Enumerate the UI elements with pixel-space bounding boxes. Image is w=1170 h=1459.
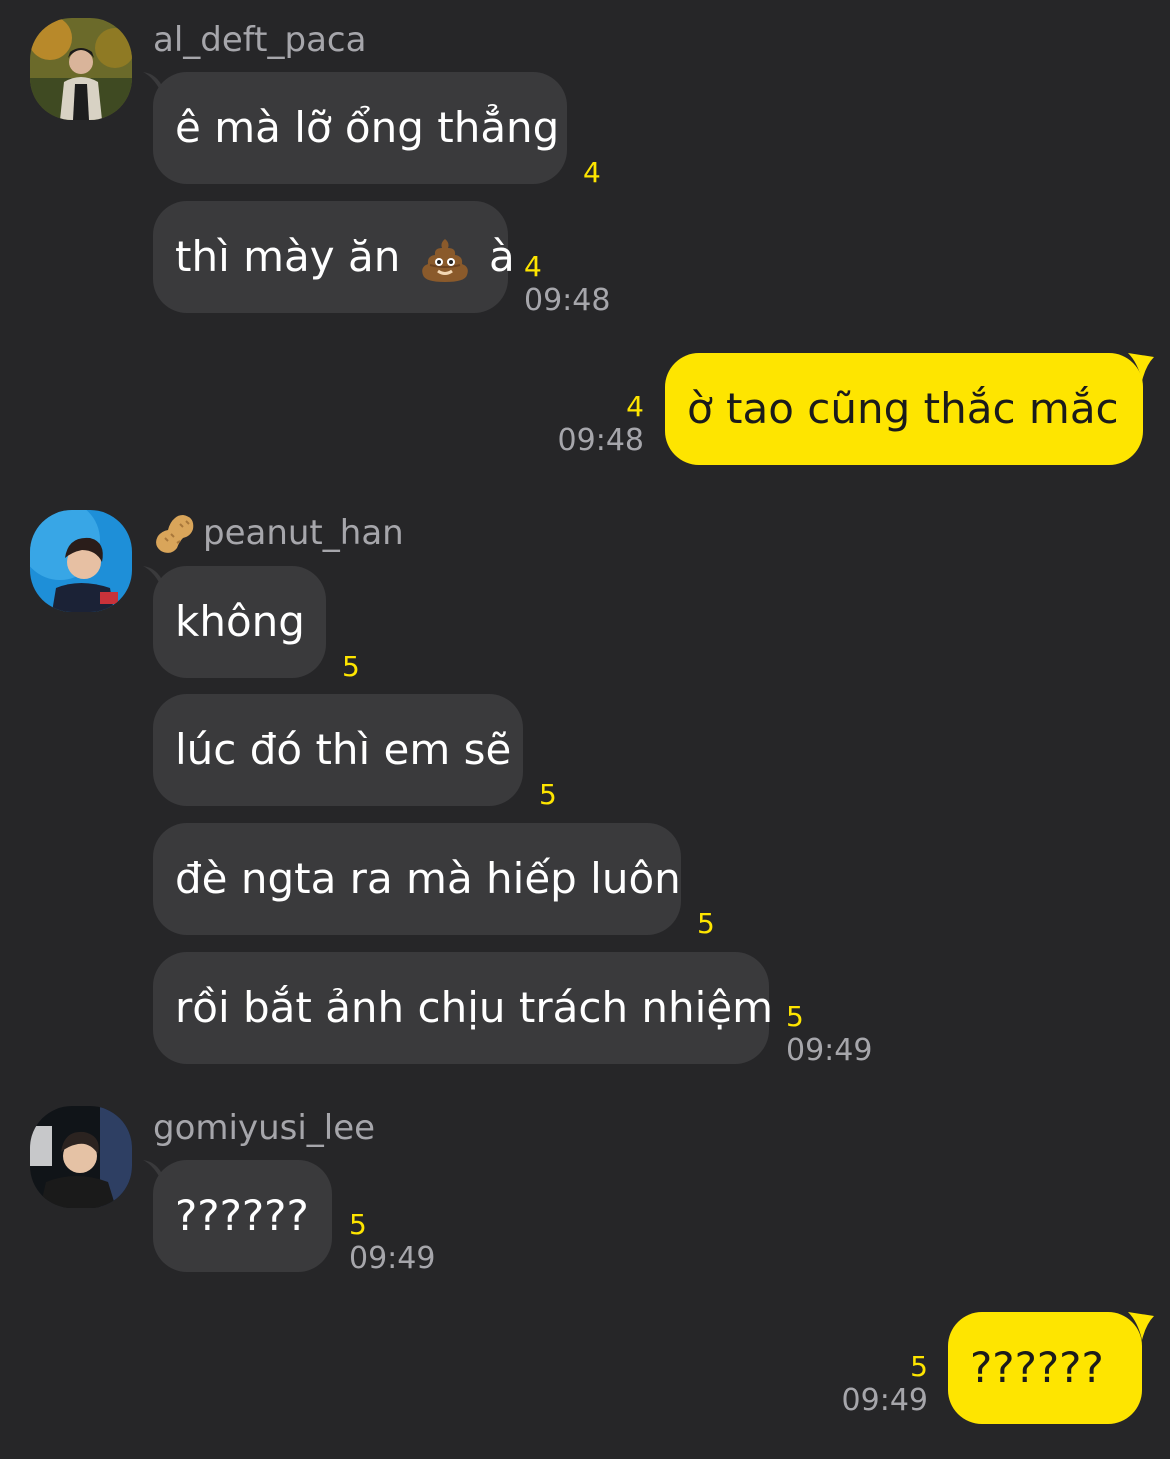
message-bubble[interactable]: không: [153, 566, 326, 678]
timestamp: 09:49: [786, 1033, 873, 1068]
unread-count: 5: [786, 1000, 804, 1033]
unread-count: 4: [583, 156, 601, 189]
message-meta: 5 09:49: [349, 1208, 435, 1276]
message-bubble[interactable]: ê mà lỡ ổng thẳng: [153, 72, 567, 184]
message-meta: 4 09:48: [524, 250, 610, 318]
unread-count: 5: [342, 650, 360, 683]
message-meta: 5 09:49: [786, 1000, 872, 1068]
message-bubble[interactable]: thì mày ăn à: [153, 201, 515, 313]
pile-of-poo-icon: [421, 238, 468, 282]
sender-name: gomiyusi_lee: [153, 1108, 376, 1148]
sender-name: peanut_han: [153, 512, 404, 554]
unread-count: 4: [626, 390, 644, 423]
sender-name: al_deft_paca: [153, 20, 367, 60]
message-bubble[interactable]: ??????: [153, 1160, 332, 1272]
bubble-tail: [1128, 353, 1154, 381]
timestamp: 09:48: [557, 423, 644, 458]
message-bubble[interactable]: lúc đó thì em sẽ: [153, 694, 523, 806]
avatar-peanut-han[interactable]: [30, 510, 132, 612]
message-bubble[interactable]: đè ngta ra mà hiếp luôn: [153, 823, 681, 935]
message-bubble[interactable]: rồi bắt ảnh chịu trách nhiệm: [153, 952, 773, 1064]
unread-count: 5: [539, 778, 557, 811]
avatar-al-deft-paca[interactable]: [30, 18, 132, 120]
message-bubble-outgoing[interactable]: ờ tao cũng thắc mắc: [665, 353, 1143, 465]
message-meta: 4 09:48: [540, 390, 644, 458]
message-bubble-outgoing[interactable]: ??????: [948, 1312, 1142, 1424]
unread-count: 5: [910, 1350, 928, 1383]
timestamp: 09:48: [524, 283, 611, 318]
message-meta: 5: [539, 778, 557, 812]
timestamp: 09:49: [349, 1241, 436, 1276]
message-meta: 4: [583, 156, 601, 190]
message-meta: 5: [342, 650, 360, 684]
unread-count: 5: [697, 907, 715, 940]
bubble-tail: [1128, 1312, 1154, 1340]
avatar-gomiyusi-lee[interactable]: [30, 1106, 132, 1208]
timestamp: 09:49: [841, 1383, 928, 1418]
message-meta: 5 09:49: [824, 1350, 928, 1418]
unread-count: 4: [524, 250, 542, 283]
unread-count: 5: [349, 1208, 367, 1241]
peanut-icon: [156, 515, 194, 553]
message-meta: 5: [697, 907, 715, 941]
